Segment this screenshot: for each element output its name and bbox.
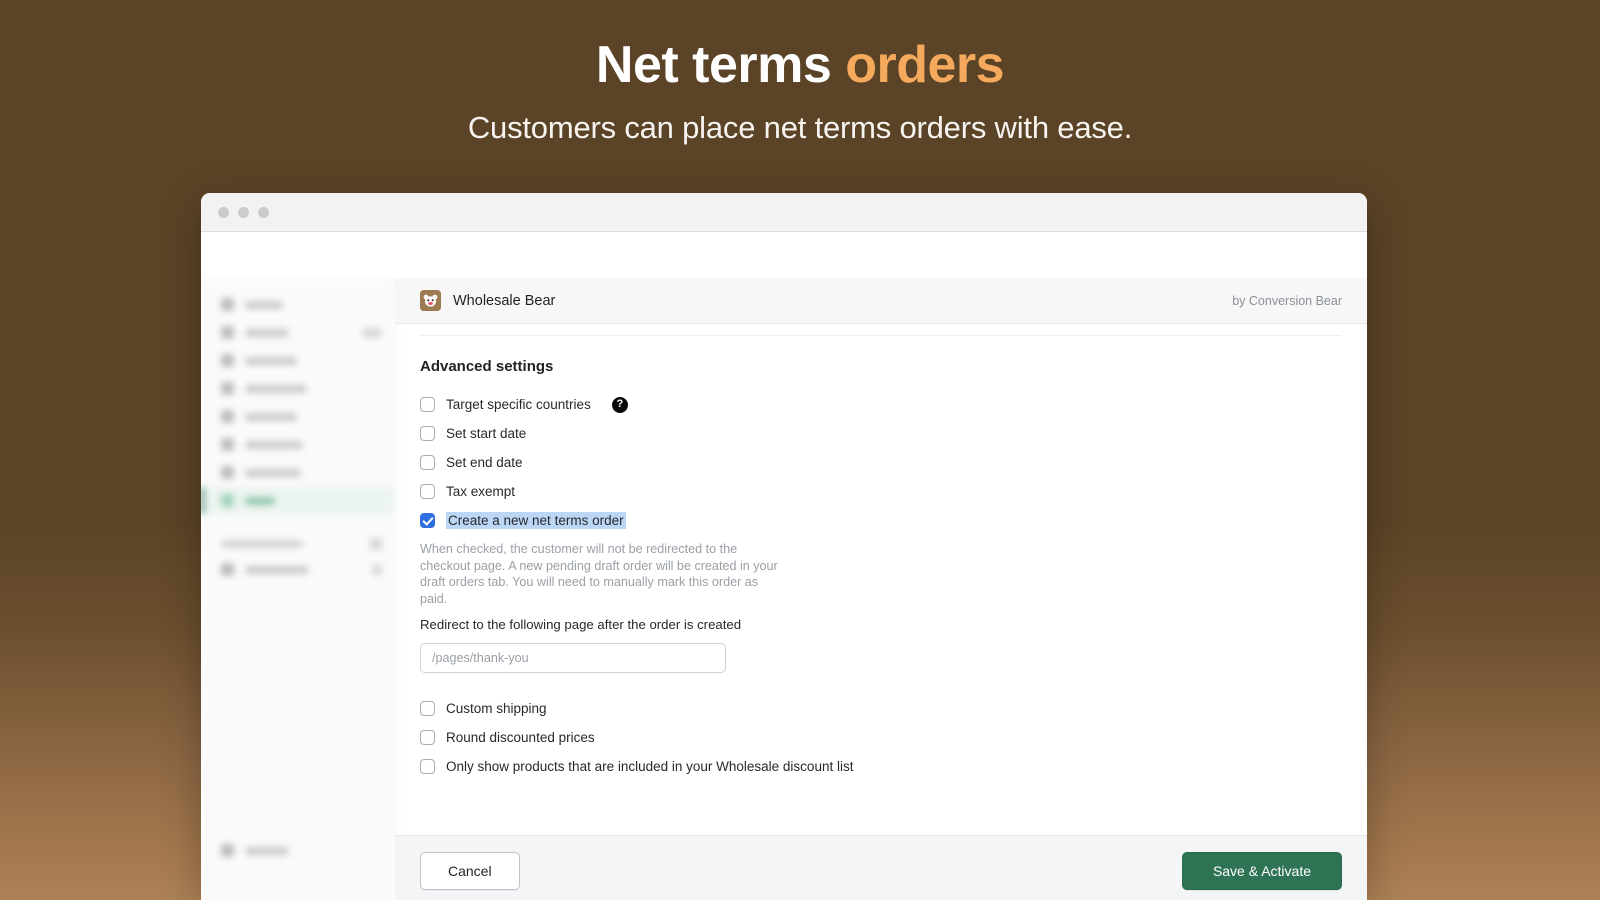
online-store-icon	[221, 563, 234, 576]
orders-badge	[362, 327, 382, 338]
sidebar-section-label	[221, 540, 303, 548]
sidebar-item-orders[interactable]	[201, 319, 394, 346]
orders-icon	[221, 326, 234, 339]
apps-icon	[221, 494, 234, 507]
cancel-button[interactable]: Cancel	[420, 851, 520, 890]
sidebar-item-online-store[interactable]	[201, 556, 394, 583]
sidebar-item-label	[245, 496, 275, 505]
app-footer: Cancel Save & Activate	[395, 835, 1367, 900]
sidebar-section-sales-channels	[201, 532, 394, 556]
sidebar-item-discounts[interactable]	[201, 459, 394, 486]
option-row-round-prices[interactable]: Round discounted prices	[420, 723, 1342, 752]
checkbox-net-terms-order[interactable]	[420, 513, 435, 528]
hero-section: Net terms orders Customers can place net…	[0, 0, 1600, 146]
discounts-icon	[221, 466, 234, 479]
option-label: Target specific countries	[446, 397, 591, 412]
sidebar-item-label	[245, 846, 289, 855]
option-label: Create a new net terms order	[446, 512, 626, 529]
sidebar-item-customers[interactable]	[201, 375, 394, 402]
sidebar-item-apps[interactable]	[201, 487, 394, 514]
option-row-target-countries[interactable]: Target specific countries ?	[420, 390, 1342, 419]
window-body: Wholesale Bear by Conversion Bear Advanc…	[201, 278, 1367, 900]
admin-sidebar	[201, 278, 395, 900]
sidebar-item-label	[245, 356, 297, 365]
content-divider	[420, 335, 1342, 336]
app-name: Wholesale Bear	[453, 292, 556, 309]
page-title: Net terms orders	[0, 34, 1600, 96]
sidebar-item-label	[245, 412, 297, 421]
sidebar-item-label	[245, 384, 307, 393]
option-row-only-discount-list[interactable]: Only show products that are included in …	[420, 752, 1342, 781]
option-row-tax-exempt[interactable]: Tax exempt	[420, 477, 1342, 506]
page-title-main: Net terms	[595, 36, 846, 94]
checkbox-tax-exempt[interactable]	[420, 484, 435, 499]
option-label: Only show products that are included in …	[446, 759, 854, 775]
close-dot-icon[interactable]	[218, 206, 229, 218]
page-background: Net terms orders Customers can place net…	[0, 0, 1600, 900]
section-title: Advanced settings	[420, 358, 554, 375]
sidebar-item-marketing[interactable]	[201, 431, 394, 458]
option-label: Tax exempt	[446, 484, 516, 499]
sidebar-item-label	[245, 468, 301, 477]
option-row-end-date[interactable]: Set end date	[420, 448, 1342, 477]
option-label: Custom shipping	[446, 701, 547, 717]
option-row-start-date[interactable]: Set start date	[420, 419, 1342, 448]
bear-face-icon	[420, 290, 441, 311]
home-icon	[221, 298, 234, 311]
app-author: by Conversion Bear	[1232, 293, 1342, 308]
checkbox-start-date[interactable]	[420, 426, 435, 441]
sidebar-bottom	[201, 837, 394, 865]
window-titlebar	[201, 193, 1367, 232]
sidebar-item-products[interactable]	[201, 347, 394, 374]
sidebar-item-settings[interactable]	[201, 837, 394, 864]
app-header: Wholesale Bear by Conversion Bear	[395, 278, 1367, 324]
redirect-url-input[interactable]	[420, 643, 726, 674]
app-brand: Wholesale Bear	[420, 290, 555, 311]
gear-icon	[221, 844, 234, 857]
checkbox-end-date[interactable]	[420, 455, 435, 470]
browser-window: Wholesale Bear by Conversion Bear Advanc…	[201, 193, 1367, 900]
products-icon	[221, 354, 234, 367]
help-icon[interactable]: ?	[611, 396, 628, 413]
analytics-icon	[221, 410, 234, 423]
checkbox-only-discount-list[interactable]	[420, 759, 435, 775]
sidebar-item-analytics[interactable]	[201, 403, 394, 430]
sidebar-item-label	[245, 328, 289, 337]
save-activate-button[interactable]: Save & Activate	[1181, 851, 1342, 890]
checkbox-target-countries[interactable]	[420, 397, 435, 412]
browser-toolbar	[201, 232, 1367, 278]
app-content: Advanced settings Target specific countr…	[395, 324, 1367, 835]
page-subtitle: Customers can place net terms orders wit…	[467, 110, 1133, 146]
add-channel-icon[interactable]	[370, 538, 382, 550]
sidebar-item-label	[245, 300, 283, 309]
online-store-eye-icon[interactable]	[372, 564, 382, 575]
marketing-icon	[221, 438, 234, 451]
option-label: Set end date	[446, 455, 523, 470]
option-row-custom-shipping[interactable]: Custom shipping	[420, 694, 1342, 723]
option-help-text: When checked, the customer will not be r…	[420, 542, 778, 606]
sidebar-item-home[interactable]	[201, 291, 394, 318]
sidebar-item-label	[245, 440, 303, 449]
app-frame: Wholesale Bear by Conversion Bear Advanc…	[395, 278, 1367, 900]
option-label: Set start date	[446, 426, 527, 441]
page-title-accent: orders	[845, 36, 1005, 94]
customers-icon	[221, 382, 234, 395]
sidebar-item-label	[245, 565, 309, 574]
checkbox-round-prices[interactable]	[420, 730, 435, 746]
option-row-net-terms-order[interactable]: Create a new net terms order	[420, 506, 1342, 535]
minimize-dot-icon[interactable]	[238, 206, 249, 218]
option-label: Round discounted prices	[446, 730, 595, 746]
maximize-dot-icon[interactable]	[258, 206, 269, 218]
checkbox-custom-shipping[interactable]	[420, 701, 435, 717]
redirect-field-label: Redirect to the following page after the…	[420, 617, 742, 633]
